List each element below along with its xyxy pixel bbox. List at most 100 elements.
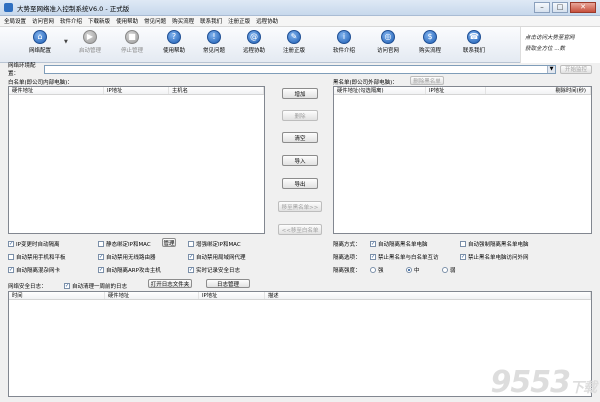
- maximize-button[interactable]: □: [552, 2, 568, 13]
- export-button[interactable]: 导出: [282, 178, 318, 189]
- menu-contact[interactable]: 联系我们: [200, 17, 222, 25]
- menu-help[interactable]: 使用帮助: [116, 17, 138, 25]
- column-header[interactable]: 硬件地址: [9, 87, 104, 94]
- column-header[interactable]: 描述: [265, 292, 591, 299]
- toolbar-register-button[interactable]: ✎ 注册正版: [276, 30, 312, 54]
- option-enhanced-bind[interactable]: 增强绑定IP和MAC: [188, 240, 241, 248]
- checkbox[interactable]: ✓: [98, 254, 104, 260]
- menu-download-new[interactable]: 下载新版: [88, 17, 110, 25]
- static-bind-manage-button[interactable]: 管理: [162, 238, 176, 247]
- toolbar-remote-assist-button[interactable]: @ 远程协助: [236, 30, 272, 54]
- log-manage-button[interactable]: 日志管理: [206, 279, 250, 288]
- radio-strength-strong[interactable]: 强: [370, 266, 384, 274]
- clear-button[interactable]: 清空: [282, 132, 318, 143]
- column-header[interactable]: IP地址: [199, 292, 265, 299]
- column-header[interactable]: IP地址: [426, 87, 486, 94]
- toolbar-label: 远程协助: [242, 48, 265, 54]
- checkbox[interactable]: [98, 241, 104, 247]
- menu-global-settings[interactable]: 全局设置: [4, 17, 26, 25]
- radio[interactable]: [370, 267, 376, 273]
- checkbox[interactable]: [460, 241, 466, 247]
- option-isolate-promiscuous[interactable]: ✓ 自动隔离混杂网卡: [8, 266, 60, 274]
- checkbox[interactable]: ✓: [370, 241, 376, 247]
- option-block-mobile[interactable]: 自动禁用手机和平板: [8, 253, 66, 261]
- radio-strength-weak[interactable]: 弱: [442, 266, 456, 274]
- menu-faq[interactable]: 常见问题: [144, 17, 166, 25]
- toolbar-intro-button[interactable]: i 软件介绍: [326, 30, 362, 54]
- close-button[interactable]: ✕: [570, 2, 596, 13]
- radio[interactable]: [406, 267, 412, 273]
- option-label: 自动强制隔离黑名单电脑: [468, 242, 529, 248]
- option-block-internet-access[interactable]: ✓ 禁止黑名单电脑访问外网: [460, 253, 529, 261]
- toolbar-faq-button[interactable]: ! 常见问题: [196, 30, 232, 54]
- toolbar-label: 注册正版: [282, 48, 305, 54]
- toolbar-contact-button[interactable]: ☎ 联系我们: [456, 30, 492, 54]
- delete-button[interactable]: 删除: [282, 110, 318, 121]
- radio[interactable]: [442, 267, 448, 273]
- checkbox[interactable]: ✓: [8, 267, 14, 273]
- add-button[interactable]: 增加: [282, 88, 318, 99]
- blacklist-table[interactable]: 硬件地址(勾选隔离) IP地址 剔除时间(秒): [333, 86, 592, 234]
- option-isolate-arp-attack[interactable]: ✓ 自动隔离ARP攻击主机: [98, 266, 161, 274]
- info-icon: i: [337, 30, 351, 44]
- menu-software-intro[interactable]: 软件介绍: [60, 17, 82, 25]
- checkbox[interactable]: ✓: [188, 267, 194, 273]
- checkbox[interactable]: ✓: [460, 254, 466, 260]
- column-header[interactable]: 硬件地址(勾选隔离): [334, 87, 426, 94]
- option-static-bind[interactable]: 静态绑定IP和MAC: [98, 240, 151, 248]
- stop-icon: ■: [125, 30, 139, 44]
- whitelist-table[interactable]: 硬件地址 IP地址 主机名: [8, 86, 265, 234]
- menu-purchase[interactable]: 购买流程: [172, 17, 194, 25]
- toolbar-network-config-button[interactable]: ⌂ 网络配置: [22, 30, 58, 54]
- checkbox[interactable]: ✓: [370, 254, 376, 260]
- checkbox[interactable]: [188, 241, 194, 247]
- option-realtime-log[interactable]: ✓ 实时记录安全日志: [188, 266, 240, 274]
- minimize-button[interactable]: –: [534, 2, 550, 13]
- option-ip-change-isolate[interactable]: ✓ IP变更时自动隔离: [8, 240, 59, 248]
- isolation-scope-label: 隔离选项：: [333, 253, 361, 261]
- open-log-folder-button[interactable]: 打开日志文件夹: [148, 279, 192, 288]
- watermark-text: 9553: [490, 365, 571, 400]
- option-block-mutual-access[interactable]: ✓ 禁止黑名单与白名单互访: [370, 253, 439, 261]
- column-header[interactable]: 主机名: [169, 87, 264, 94]
- toolbar-stop-button[interactable]: ■ 停止管理: [114, 30, 150, 54]
- option-block-lan-proxy[interactable]: ✓ 自动禁用局域网代理: [188, 253, 246, 261]
- phone-icon: ☎: [467, 30, 481, 44]
- chevron-down-icon[interactable]: ▼: [64, 39, 68, 45]
- checkbox[interactable]: [8, 254, 14, 260]
- column-header[interactable]: 剔除时间(秒): [486, 87, 591, 94]
- network-env-row: 网络环境配置： ▼ 开始监控: [8, 63, 592, 77]
- option-force-isolate-blacklist[interactable]: 自动强制隔离黑名单电脑: [460, 240, 529, 248]
- option-auto-isolate-blacklist[interactable]: ✓ 自动隔离黑名单电脑: [370, 240, 428, 248]
- network-env-select[interactable]: ▼: [44, 64, 556, 74]
- menu-register[interactable]: 注册正版: [228, 17, 250, 25]
- option-auto-clear-log[interactable]: ✓ 自动清理一周前的日志: [64, 282, 127, 290]
- column-header[interactable]: 时间: [9, 292, 105, 299]
- column-header[interactable]: 硬件地址: [105, 292, 199, 299]
- toolbar-visit-site-button[interactable]: ◎ 访问官网: [370, 30, 406, 54]
- checkbox[interactable]: ✓: [98, 267, 104, 273]
- option-block-wireless-router[interactable]: ✓ 自动禁用无线路由器: [98, 253, 156, 261]
- chevron-down-icon[interactable]: ▼: [547, 65, 555, 73]
- promo-banner[interactable]: 点击访问大势至官网 获取全方位 ...数: [520, 27, 600, 63]
- checkbox[interactable]: ✓: [8, 241, 14, 247]
- move-to-whitelist-button[interactable]: <<移至白名单: [278, 224, 322, 235]
- menu-visit-site[interactable]: 访问官网: [32, 17, 54, 25]
- help-icon: ?: [167, 30, 181, 44]
- delete-blacklist-button[interactable]: 删除黑名单: [410, 76, 444, 85]
- checkbox[interactable]: ✓: [64, 283, 70, 289]
- toolbar-purchase-button[interactable]: $ 购买流程: [412, 30, 448, 54]
- toolbar-label: 联系我们: [462, 48, 485, 54]
- window-controls: – □ ✕: [534, 2, 596, 13]
- radio-strength-medium[interactable]: 中: [406, 266, 420, 274]
- column-header[interactable]: IP地址: [104, 87, 169, 94]
- option-label: 增强绑定IP和MAC: [196, 242, 241, 248]
- import-button[interactable]: 导入: [282, 155, 318, 166]
- menu-remote-assist[interactable]: 远程协助: [256, 17, 278, 25]
- start-monitor-button[interactable]: 开始监控: [560, 64, 592, 74]
- option-label: 自动禁用无线路由器: [106, 255, 156, 261]
- move-to-blacklist-button[interactable]: 移至黑名单>>: [278, 201, 322, 212]
- toolbar-start-button[interactable]: ▶ 启动管理: [72, 30, 108, 54]
- toolbar-help-button[interactable]: ? 使用帮助: [156, 30, 192, 54]
- checkbox[interactable]: ✓: [188, 254, 194, 260]
